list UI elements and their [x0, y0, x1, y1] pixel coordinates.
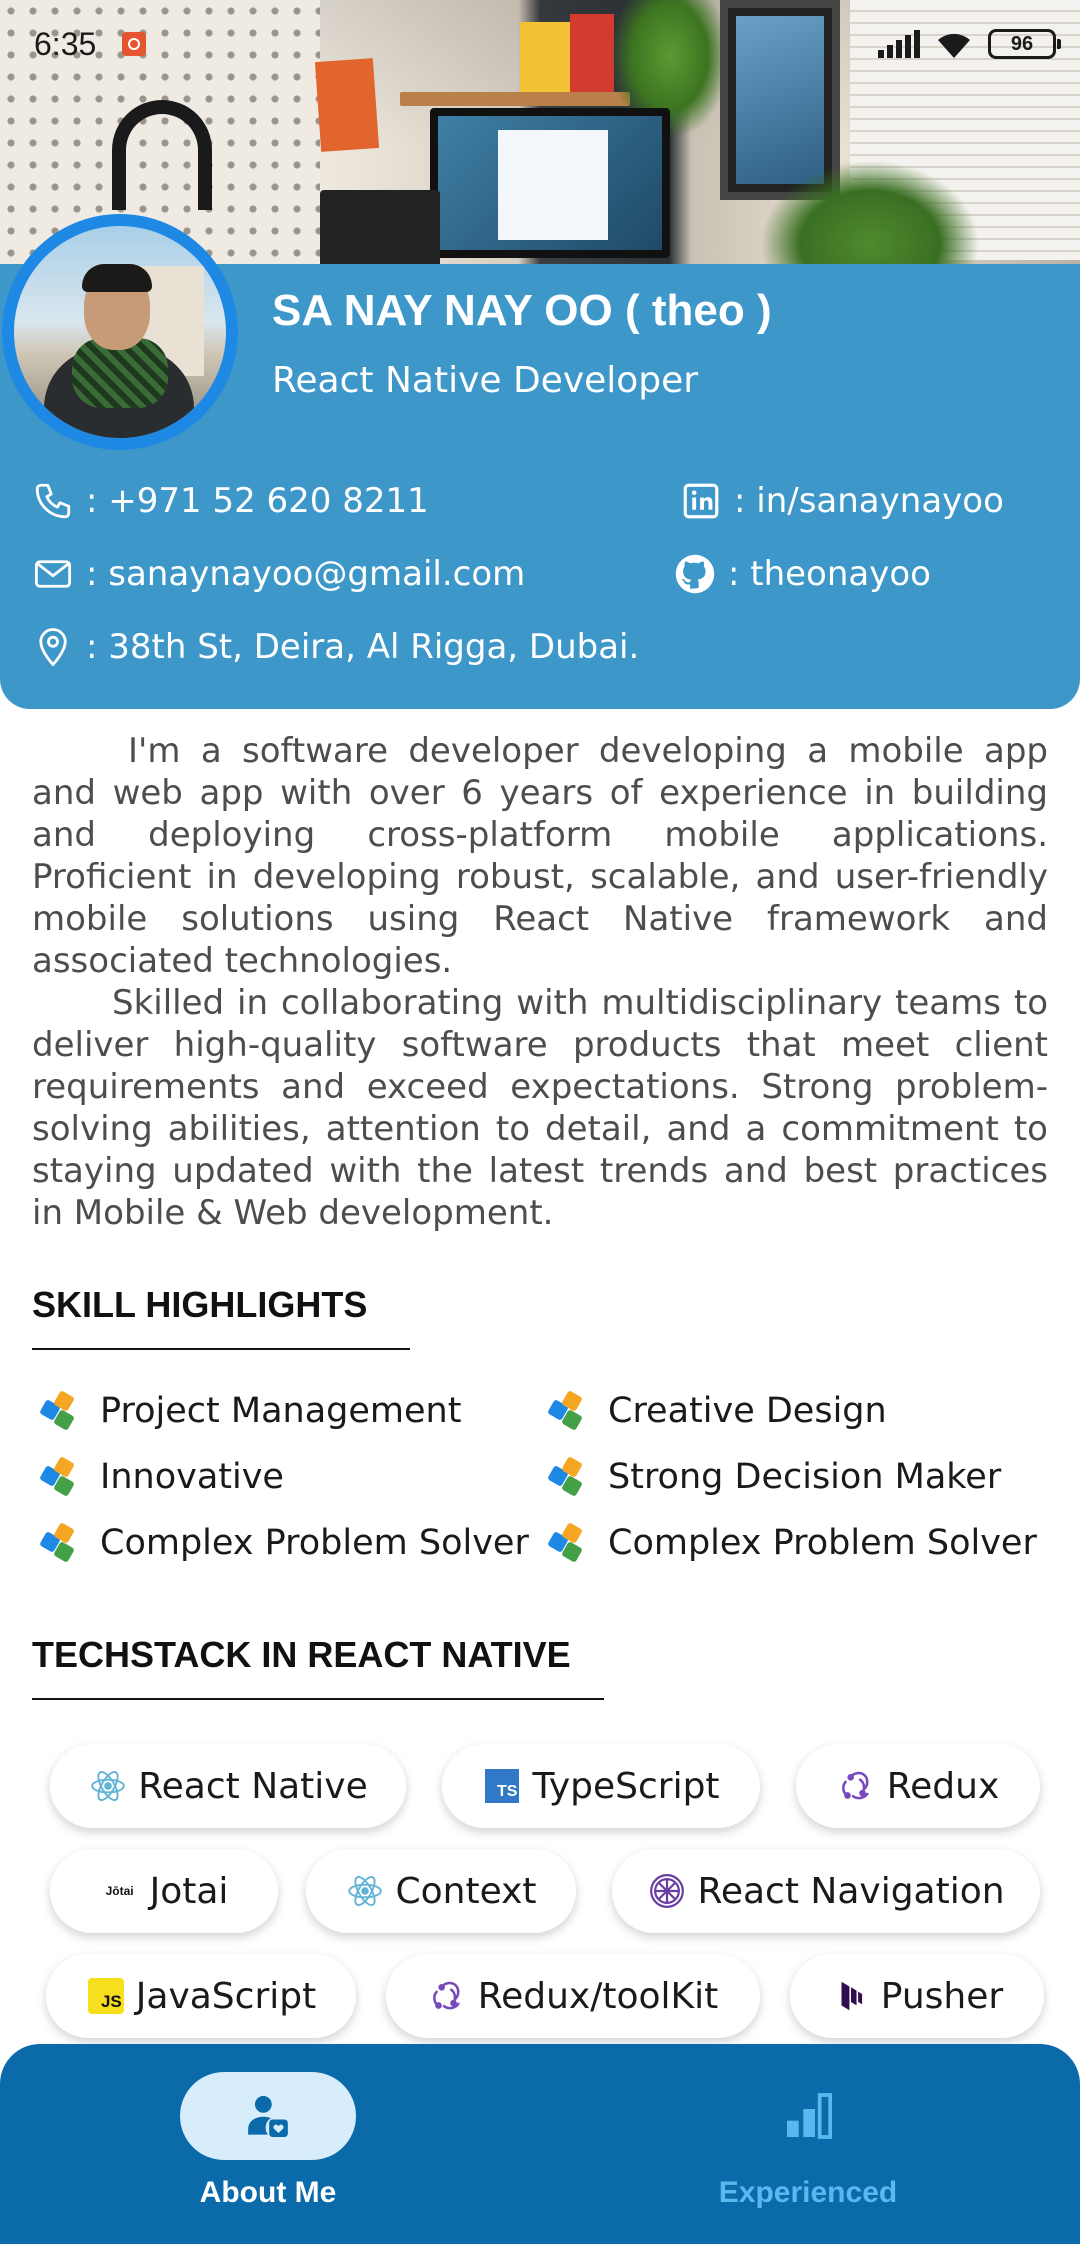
- about-section: I'm a software developer developing a mo…: [32, 730, 1048, 1234]
- profile-role: React Native Developer: [272, 360, 699, 401]
- tech-chip-react-navigation[interactable]: React Navigation: [612, 1849, 1040, 1933]
- avatar-photo: [14, 226, 226, 438]
- skill-item: Innovative: [39, 1454, 550, 1500]
- techstack-title: TECHSTACK IN REACT NATIVE: [32, 1634, 571, 1675]
- contact-github-text: : theonayoo: [728, 554, 931, 594]
- location-pin-icon: [30, 624, 76, 670]
- headphones: [112, 100, 212, 210]
- tech-chip-pusher[interactable]: Pusher: [790, 1954, 1044, 2038]
- monitor: [430, 108, 670, 258]
- laptop: [320, 190, 440, 270]
- phone-icon: [30, 478, 76, 524]
- skill-bullet-icon: [547, 1390, 588, 1431]
- skill-bullet-icon: [39, 1456, 80, 1497]
- skill-label: Complex Problem Solver: [100, 1523, 529, 1563]
- skills-title: SKILL HIGHLIGHTS: [32, 1284, 368, 1325]
- contact-phone[interactable]: : +971 52 620 8211: [30, 478, 429, 524]
- skill-bullet-icon: [39, 1522, 80, 1563]
- skill-bullet-icon: [547, 1456, 588, 1497]
- user-badge-icon: [248, 2095, 288, 2137]
- skill-label: Project Management: [100, 1391, 462, 1431]
- status-time: 6:35: [34, 26, 97, 62]
- tech-chip-label: Jotai: [149, 1870, 229, 1912]
- tech-chip-redux[interactable]: Redux: [796, 1744, 1040, 1828]
- tech-chip-label: Redux/toolKit: [477, 1975, 719, 2017]
- skill-item: Complex Problem Solver: [547, 1520, 1058, 1566]
- tech-chip-label: Redux: [886, 1765, 1000, 1807]
- bar-chart-icon: [787, 2093, 833, 2139]
- skill-label: Innovative: [100, 1457, 284, 1497]
- tech-chip-redux-toolkit[interactable]: Redux/toolKit: [386, 1954, 760, 2038]
- contact-github[interactable]: : theonayoo: [672, 551, 931, 597]
- tech-chip-label: JavaScript: [135, 1975, 317, 2017]
- nav-icon-wrapper: [720, 2072, 896, 2160]
- bottom-navigation: About Me Experienced: [0, 2044, 1080, 2244]
- tech-chip-label: TypeScript: [532, 1765, 720, 1807]
- tech-chip-label: Pusher: [880, 1975, 1004, 2017]
- pusher-icon: [831, 1976, 871, 2016]
- nav-tab-label: Experienced: [718, 2176, 898, 2209]
- skill-item: Project Management: [39, 1388, 550, 1434]
- about-paragraph: Skilled in collaborating with multidisci…: [32, 983, 1048, 1233]
- typescript-icon: TS: [482, 1766, 522, 1806]
- contact-email-text: : sanaynayoo@gmail.com: [86, 554, 526, 594]
- redux-icon: [837, 1766, 877, 1806]
- contact-linkedin-text: : in/sanaynayoo: [734, 481, 1004, 521]
- skill-bullet-icon: [547, 1522, 588, 1563]
- contact-address-text: : 38th St, Deira, Al Rigga, Dubai.: [86, 627, 640, 667]
- github-icon: [672, 551, 718, 597]
- tech-chip-typescript[interactable]: TS TypeScript: [442, 1744, 760, 1828]
- wifi-icon: [938, 33, 970, 58]
- react-icon: [345, 1871, 385, 1911]
- mail-icon: [30, 551, 76, 597]
- tech-chip-react-native[interactable]: React Native: [50, 1744, 406, 1828]
- shelf: [400, 92, 630, 106]
- skill-item: Creative Design: [547, 1388, 1058, 1434]
- tech-chip-label: React Navigation: [697, 1870, 1005, 1912]
- react-icon: [88, 1766, 128, 1806]
- skill-item: Complex Problem Solver: [39, 1520, 550, 1566]
- status-bar: 6:35 96: [0, 0, 1080, 90]
- techstack-divider: [32, 1698, 604, 1700]
- skill-label: Creative Design: [608, 1391, 887, 1431]
- skill-item: Strong Decision Maker: [547, 1454, 1058, 1500]
- signal-icon: [878, 30, 920, 58]
- nav-active-indicator: [180, 2072, 356, 2160]
- tech-chip-jotai[interactable]: Jōtai Jotai: [50, 1849, 278, 1933]
- skills-divider: [32, 1348, 410, 1350]
- skill-label: Complex Problem Solver: [608, 1523, 1037, 1563]
- linkedin-icon: [678, 478, 724, 524]
- status-icons: 96: [878, 28, 1061, 60]
- nav-tab-experienced[interactable]: Experienced: [658, 2072, 958, 2232]
- contact-linkedin[interactable]: : in/sanaynayoo: [678, 478, 1004, 524]
- contact-email[interactable]: : sanaynayoo@gmail.com: [30, 551, 525, 597]
- contact-phone-text: : +971 52 620 8211: [86, 481, 429, 521]
- jotai-icon: Jōtai: [105, 1884, 134, 1898]
- contact-address[interactable]: : 38th St, Deira, Al Rigga, Dubai.: [30, 624, 639, 670]
- tech-chip-label: Context: [395, 1870, 537, 1912]
- tech-chip-context[interactable]: Context: [306, 1849, 576, 1933]
- avatar: [2, 214, 238, 450]
- nav-tab-about-me[interactable]: About Me: [118, 2072, 418, 2232]
- about-paragraph: I'm a software developer developing a mo…: [32, 731, 1048, 981]
- javascript-icon: JS: [86, 1976, 126, 2016]
- tech-chip-javascript[interactable]: JS JavaScript: [46, 1954, 356, 2038]
- skill-label: Strong Decision Maker: [608, 1457, 1002, 1497]
- react-navigation-icon: [647, 1871, 687, 1911]
- profile-name: SA NAY NAY OO ( theo ): [272, 286, 772, 335]
- tech-chip-label: React Native: [138, 1765, 368, 1807]
- skills-list: Project Management Creative Design Innov…: [39, 1388, 1062, 1566]
- nav-tab-label: About Me: [199, 2176, 337, 2209]
- redux-icon: [428, 1976, 468, 2016]
- battery-icon: 96: [988, 29, 1061, 59]
- skill-bullet-icon: [39, 1390, 80, 1431]
- screen-record-icon: [122, 32, 146, 56]
